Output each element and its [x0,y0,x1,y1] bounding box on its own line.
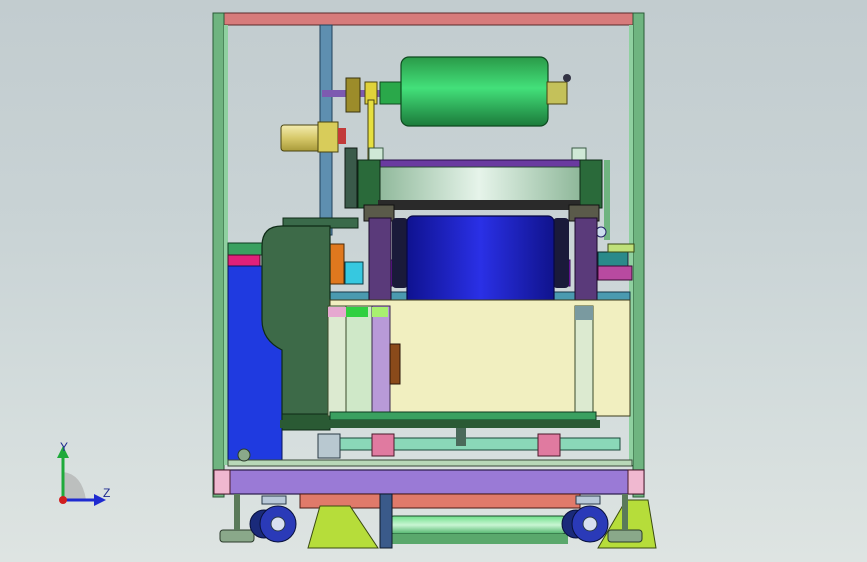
hood-side-right [579,159,603,209]
right-post [632,12,645,498]
cabinet-base-dark [280,420,600,428]
left-shelf-green [227,242,265,256]
leveling-foot-right [607,529,643,543]
base-beam [213,469,645,495]
y-axis-label: Y [60,440,69,454]
bottom-roller [387,515,569,535]
lower-knob [237,448,251,462]
leveling-foot-left [219,529,255,543]
roller-hub-right [546,81,568,105]
caster-hub-left [270,516,286,532]
lower-shaft [319,437,621,451]
lower-cabinet[interactable] [280,299,631,428]
bracket-right-magenta [597,265,633,281]
base-post-center [379,493,393,549]
hood-side-left [357,159,381,209]
top-rail [221,12,635,26]
roller-shoulder-left [392,218,408,288]
hood-bottom-edge [378,200,580,210]
orientation-triad: Y Z [46,438,118,508]
roller-hood[interactable] [357,147,603,210]
cad-viewport[interactable] [0,0,867,562]
lime-foot-left [307,505,379,549]
bottom-roller-lower [388,534,568,544]
cabinet-column-1 [327,305,347,417]
motor-coupling [338,128,346,144]
base-end-right [627,469,645,495]
inner-vertical-rail-right [604,160,610,240]
roller-hub-left [379,81,403,105]
caster-mount-left [261,495,287,505]
caster-left[interactable] [249,495,297,543]
cabinet-column-right [574,305,594,417]
left-post-inner [224,25,228,465]
roller-shoulder-right [553,218,569,288]
lower-foot-bar [227,459,633,467]
lower-cylinder-left [317,433,341,459]
cabinet-column-2 [345,305,373,417]
caster-hub-right [582,516,598,532]
bracket-right-lime [607,243,635,253]
motor-gearbox [317,121,339,153]
hood-panel [377,166,581,204]
left-shelf-magenta [227,254,261,268]
cabinet-tag-pink [328,307,346,317]
side-plate-right [574,217,598,301]
leveling-stem-right [622,494,628,530]
left-post [212,12,225,498]
leveling-stem-left [234,494,240,530]
roller-end-cap [563,74,571,82]
side-plate-left [368,217,392,301]
lower-block-2 [537,433,561,457]
base-end-left [213,469,231,495]
bearing-left-orange [329,243,345,285]
cabinet-base-bar [329,411,597,421]
lower-pin [456,428,466,446]
triad-plane [63,472,86,500]
lower-block-1 [371,433,395,457]
lower-mechanism[interactable] [227,428,633,467]
caster-mount-right [575,495,601,505]
bearing-left-cyan [344,261,364,285]
inner-bracket [389,343,401,385]
cabinet-tag-green [346,307,368,317]
cabinet-column-right-cap [575,306,593,320]
z-axis-label: Z [103,486,111,500]
chain-guard [344,147,358,209]
green-roller [400,56,549,127]
motor-body [280,124,322,152]
bearing-block [345,77,361,113]
cabinet-tag-lime [372,307,388,317]
x-axis-origin [59,496,67,504]
cabinet-column-3 [371,305,391,417]
